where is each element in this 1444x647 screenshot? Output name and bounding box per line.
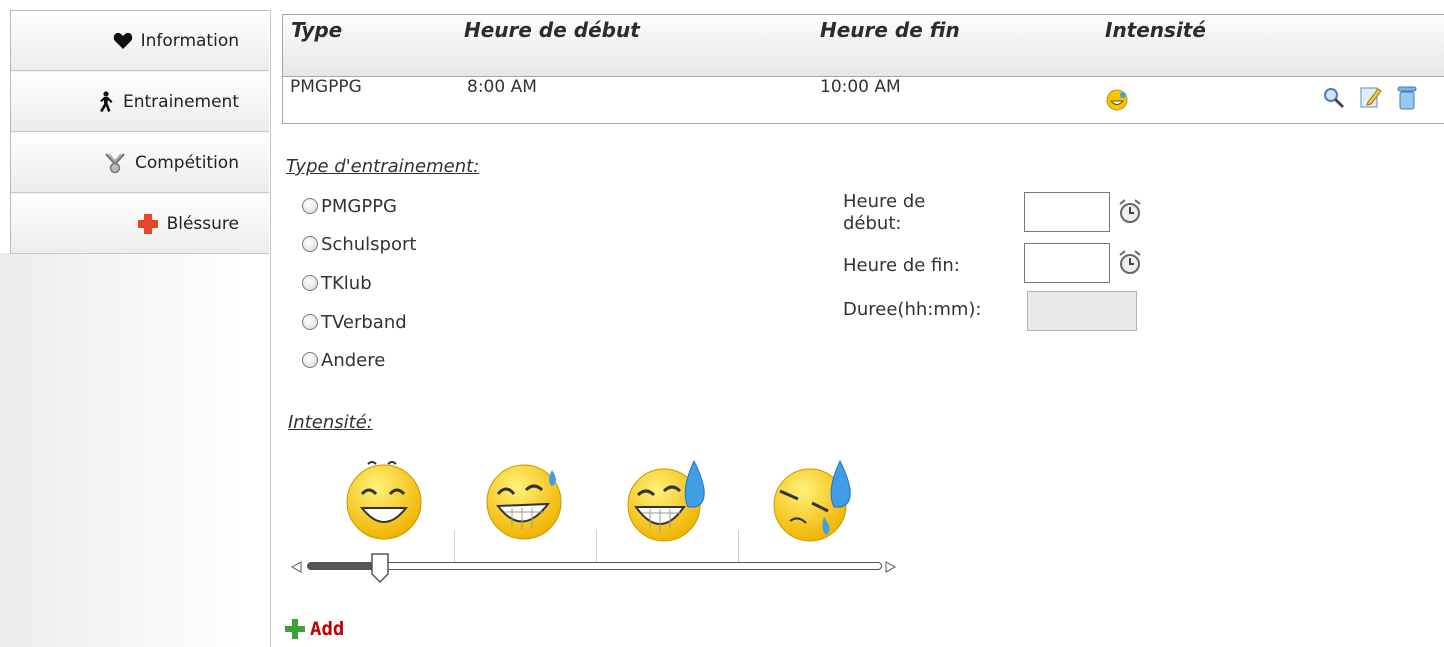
- smiley-exhausted-icon[interactable]: [768, 455, 858, 545]
- radio-andere[interactable]: Andere: [302, 347, 385, 373]
- end-time-input[interactable]: [1024, 243, 1110, 283]
- column-header-start[interactable]: Heure de début: [464, 18, 640, 42]
- add-label: Add: [310, 618, 345, 640]
- heart-icon: [113, 32, 133, 50]
- sidebar-item-label: Compétition: [134, 152, 239, 173]
- radio-label: PMGPPG: [321, 195, 397, 217]
- slider-left-arrow-icon[interactable]: [289, 559, 303, 578]
- training-type-label: Type d'entrainement:: [286, 156, 480, 177]
- column-header-end[interactable]: Heure de fin: [820, 18, 960, 42]
- cell-type: PMGPPG: [290, 77, 362, 97]
- slider-tick: [738, 530, 739, 562]
- slider-tick: [596, 530, 597, 562]
- slider-right-arrow-icon[interactable]: [884, 559, 898, 578]
- smiley-content-icon[interactable]: [340, 450, 430, 540]
- cell-end: 10:00 AM: [820, 77, 901, 97]
- start-time-label: Heure de début:: [843, 191, 925, 235]
- start-time-label-line1: Heure de: [843, 191, 926, 212]
- sidebar-item-label: Bléssure: [166, 213, 239, 234]
- column-header-intensity[interactable]: Intensité: [1105, 18, 1206, 42]
- divider: [270, 10, 271, 647]
- sidebar-item-blessure[interactable]: Bléssure: [11, 194, 269, 254]
- column-header-type[interactable]: Type: [291, 18, 342, 42]
- delete-icon[interactable]: [1396, 85, 1418, 115]
- sidebar-item-label: Entrainement: [122, 91, 239, 112]
- cell-start: 8:00 AM: [467, 77, 537, 97]
- start-time-input[interactable]: [1024, 192, 1110, 232]
- radio-pmgppg[interactable]: PMGPPG: [302, 193, 397, 219]
- medal-icon: [103, 152, 127, 174]
- smiley-sweat-icon[interactable]: [482, 450, 572, 540]
- radio-tklub[interactable]: TKlub: [302, 270, 372, 296]
- radio-schulsport[interactable]: Schulsport: [302, 231, 416, 257]
- sidebar-item-label: Information: [140, 30, 239, 51]
- edit-icon[interactable]: [1360, 85, 1382, 113]
- start-time-label-line2: début:: [843, 213, 902, 234]
- alarm-clock-icon[interactable]: [1117, 249, 1143, 277]
- slider-tick: [454, 530, 455, 562]
- add-button[interactable]: Add: [284, 618, 344, 640]
- smiley-icon: [1105, 88, 1129, 116]
- radio-button[interactable]: [302, 352, 318, 368]
- sidebar-item-competition[interactable]: Compétition: [11, 133, 269, 193]
- sidebar-item-entrainement[interactable]: Entrainement: [11, 72, 269, 132]
- duration-field: [1027, 291, 1137, 331]
- intensity-label: Intensité:: [288, 412, 373, 433]
- radio-button[interactable]: [302, 314, 318, 330]
- smiley-big-sweat-icon[interactable]: [624, 455, 714, 545]
- runner-icon: [95, 90, 115, 113]
- radio-label: Schulsport: [321, 233, 417, 255]
- alarm-clock-icon[interactable]: [1117, 198, 1143, 226]
- radio-button[interactable]: [302, 198, 318, 214]
- radio-tverband[interactable]: TVerband: [302, 309, 407, 335]
- end-time-label: Heure de fin:: [843, 255, 960, 276]
- sidebar-background: [0, 253, 270, 647]
- green-plus-icon: [284, 618, 306, 640]
- sidebar-item-information[interactable]: Information: [11, 11, 269, 71]
- intensity-slider-handle[interactable]: [370, 552, 390, 588]
- radio-label: TKlub: [321, 272, 372, 294]
- view-icon[interactable]: [1322, 86, 1346, 114]
- intensity-slider-track[interactable]: [307, 562, 882, 570]
- radio-button[interactable]: [302, 236, 318, 252]
- sidebar: Information Entrainement Compétition Blé…: [10, 10, 269, 254]
- radio-button[interactable]: [302, 275, 318, 291]
- duration-label: Duree(hh:mm):: [843, 299, 982, 320]
- red-cross-icon: [137, 213, 159, 235]
- radio-label: TVerband: [321, 311, 407, 333]
- radio-label: Andere: [321, 349, 386, 371]
